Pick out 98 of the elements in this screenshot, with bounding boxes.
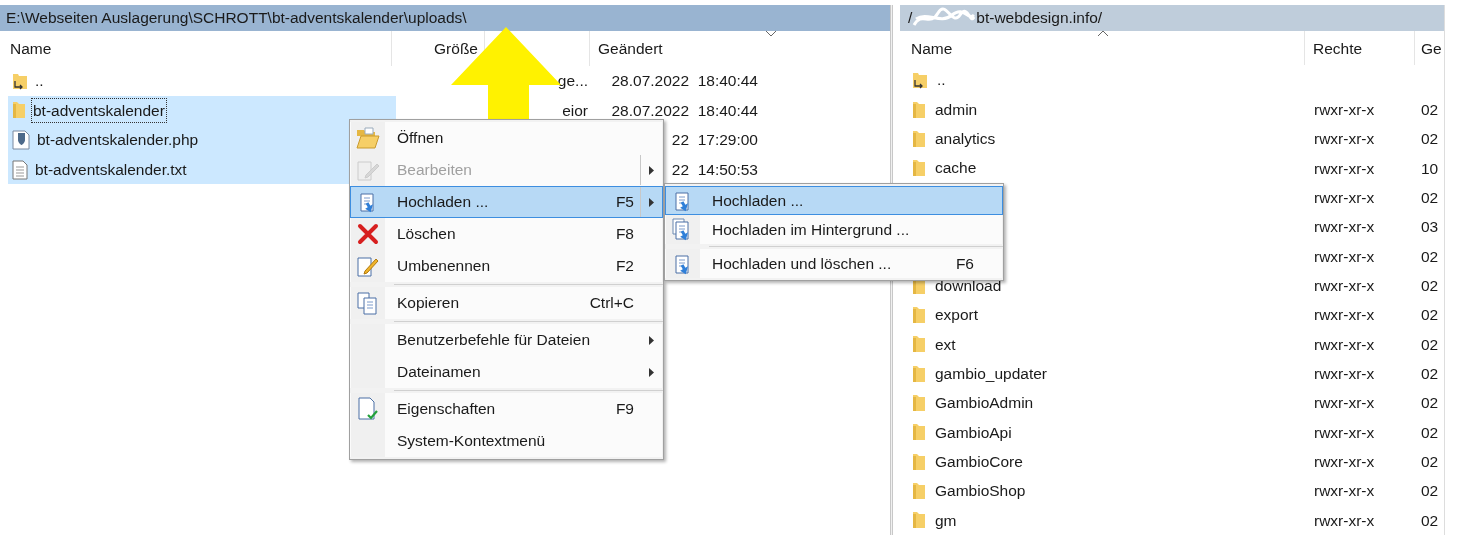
permissions-cell: rwxr-xr-x: [1314, 482, 1375, 500]
menu-item[interactable]: Umbenennen F2: [350, 250, 663, 282]
permissions-cell: rwxr-xr-x: [1314, 218, 1375, 236]
menu-item[interactable]: Hochladen im Hintergrund ...: [665, 215, 1003, 244]
table-cell: 02: [1421, 453, 1439, 470]
table-cell: 02: [1421, 276, 1439, 294]
menu-item[interactable]: Dateinamen: [350, 356, 663, 388]
permissions-cell: rwxr-xr-x: [1314, 335, 1375, 353]
permissions-cell: rwxr-xr-x: [1314, 247, 1375, 265]
folder-icon: [912, 335, 926, 354]
folder-icon: [912, 452, 926, 471]
column-header[interactable]: Ge: [1415, 30, 1442, 66]
folder-icon: [12, 101, 26, 120]
folder-name[interactable]: export: [935, 307, 979, 323]
permissions-cell: rwxr-xr-x: [1314, 188, 1375, 206]
menu-item[interactable]: Hochladen ...: [665, 186, 1003, 215]
folder-name[interactable]: cache: [935, 160, 977, 176]
folder-icon: [912, 393, 926, 412]
submenu-arrow-icon: [649, 165, 654, 175]
menu-item[interactable]: Löschen F8: [350, 218, 663, 250]
column-header[interactable]: Rechte: [1305, 30, 1415, 66]
menu-item[interactable]: Eigenschaften F9: [350, 393, 663, 425]
table-cell: ge...: [557, 73, 588, 89]
folder-name[interactable]: gm: [935, 512, 957, 529]
open-folder-icon: [356, 127, 380, 149]
table-cell: 02: [1421, 364, 1439, 382]
permissions-cell: rwxr-xr-x: [1314, 364, 1375, 382]
permissions-cell: rwxr-xr-x: [1314, 394, 1375, 412]
path-bar: E:\Webseiten Auslagerung\SCHROTT\bt-adventskalender\uploads\: [0, 5, 890, 31]
folder-icon: [912, 305, 926, 324]
permissions-cell: rwxr-xr-x: [1314, 423, 1375, 441]
table-cell: 02: [1421, 511, 1439, 529]
date-cell: 28.07.2022 18:40:44: [611, 73, 758, 89]
text-file-icon: [12, 159, 28, 180]
folder-name[interactable]: GambioShop: [935, 483, 1026, 499]
sort-caret-icon: [765, 30, 777, 37]
parent-folder-icon: [912, 71, 928, 90]
table-cell: 02: [1421, 335, 1439, 353]
table-cell: 10: [1421, 159, 1439, 177]
folder-icon: [912, 481, 926, 500]
folder-name[interactable]: download: [935, 277, 1002, 294]
folder-name[interactable]: analytics: [935, 131, 996, 147]
menu-item[interactable]: Kopieren Ctrl+C: [350, 287, 663, 319]
copy-icon: [356, 291, 380, 315]
table-cell: 02: [1421, 100, 1439, 118]
file-row[interactable]: bt-adventskalender: [8, 95, 396, 126]
table-cell: 03: [1421, 218, 1439, 236]
table-cell: 02: [1421, 482, 1439, 500]
menu-item[interactable]: System-Kontextmenü: [350, 425, 663, 457]
folder-name[interactable]: GambioCore: [935, 453, 1023, 470]
table-cell: 02: [1421, 394, 1439, 412]
submenu-arrow-icon: [648, 335, 654, 345]
rename-icon: [356, 254, 380, 278]
parent-folder-icon: [12, 71, 28, 90]
table-cell: 02: [1421, 188, 1439, 206]
permissions-cell: rwxr-xr-x: [1314, 130, 1375, 148]
menu-item[interactable]: Hochladen ... F5: [350, 186, 663, 218]
column-header[interactable]: Geändert: [590, 31, 663, 66]
folder-icon: [912, 364, 926, 383]
column-header[interactable]: Name: [0, 31, 392, 66]
sort-caret-icon: [1097, 29, 1109, 37]
submenu-arrow-icon: [648, 367, 654, 377]
date-cell: 22 17:29:00: [671, 132, 758, 148]
file-row[interactable]: ..: [8, 66, 396, 96]
folder-name[interactable]: GambioApi: [935, 424, 1012, 441]
permissions-cell: rwxr-xr-x: [1314, 276, 1375, 294]
table-cell: eior: [562, 102, 588, 119]
folder-icon: [912, 423, 926, 442]
date-cell: 28.07.2022 18:40:44: [611, 102, 758, 119]
folder-icon: [912, 159, 926, 178]
folder-name[interactable]: admin: [935, 101, 978, 118]
folder-name[interactable]: gambio_updater: [935, 365, 1048, 382]
table-cell: 02: [1421, 306, 1439, 324]
php-file-icon: [12, 130, 30, 150]
path-bar: / bt-webdesign.info/: [900, 5, 1444, 31]
table-cell: 02: [1421, 247, 1439, 265]
date-cell: 22 14:50:53: [671, 161, 758, 178]
folder-icon: [912, 511, 926, 530]
permissions-cell: rwxr-xr-x: [1314, 100, 1375, 118]
menu-item[interactable]: Benutzerbefehle für Dateien: [350, 324, 663, 356]
permissions-cell: rwxr-xr-x: [1314, 159, 1375, 177]
permissions-cell: rwxr-xr-x: [1314, 306, 1375, 324]
folder-icon: [912, 100, 926, 119]
column-header[interactable]: Name: [900, 30, 1305, 66]
permissions-cell: rwxr-xr-x: [1314, 511, 1375, 529]
close-icon: [357, 223, 379, 245]
table-cell: 02: [1421, 423, 1439, 441]
folder-name[interactable]: GambioAdmin: [935, 395, 1034, 411]
menu-item[interactable]: Hochladen und löschen ... F6: [665, 249, 1003, 278]
menu-item[interactable]: Öffnen: [350, 122, 663, 154]
properties-icon: [356, 397, 380, 421]
table-cell: 02: [1421, 130, 1439, 148]
folder-icon: [912, 129, 926, 148]
pencil-icon: [356, 158, 380, 182]
permissions-cell: rwxr-xr-x: [1314, 453, 1375, 470]
folder-name[interactable]: ..: [937, 72, 946, 88]
folder-name[interactable]: ext: [935, 336, 956, 352]
submenu-arrow-icon: [649, 197, 654, 207]
